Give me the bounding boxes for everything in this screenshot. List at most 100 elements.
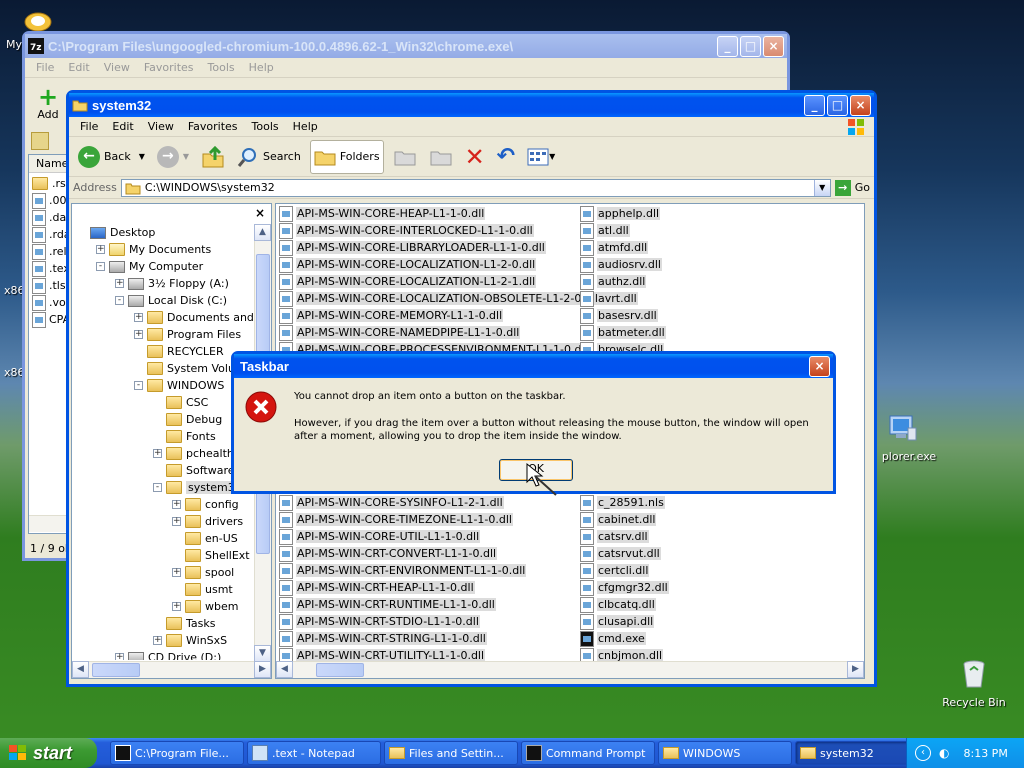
- back-file-row[interactable]: .rel: [29, 243, 69, 260]
- taskbar-button[interactable]: .text - Notepad: [247, 741, 381, 765]
- file-item[interactable]: API-MS-WIN-CORE-LOCALIZATION-L1-2-1.dll: [279, 273, 537, 290]
- expand-icon[interactable]: +: [115, 653, 124, 660]
- file-item[interactable]: API-MS-WIN-CORE-UTIL-L1-1-0.dll: [279, 528, 481, 545]
- tree-item[interactable]: - Local Disk (C:): [115, 292, 227, 309]
- menu-edit[interactable]: Edit: [61, 61, 96, 74]
- maximize-button[interactable]: □: [740, 35, 761, 57]
- menu-favorites[interactable]: Favorites: [181, 120, 245, 133]
- file-item[interactable]: cabinet.dll: [580, 511, 657, 528]
- back-window-hscroll[interactable]: [29, 515, 69, 532]
- menu-help[interactable]: Help: [286, 120, 325, 133]
- file-item[interactable]: API-MS-WIN-CORE-NAMEDPIPE-L1-1-0.dll: [279, 324, 521, 341]
- forward-button[interactable]: → ▼: [154, 140, 192, 174]
- menu-tools[interactable]: Tools: [245, 120, 286, 133]
- menu-file[interactable]: File: [73, 120, 105, 133]
- folders-button[interactable]: Folders: [309, 139, 384, 174]
- file-item[interactable]: API-MS-WIN-CORE-TIMEZONE-L1-1-0.dll: [279, 511, 513, 528]
- scroll-down-button[interactable]: ▼: [254, 645, 271, 662]
- tree-item[interactable]: - WINDOWS: [134, 377, 224, 394]
- file-item[interactable]: clbcatq.dll: [580, 596, 656, 613]
- column-header-name[interactable]: Name: [29, 155, 69, 173]
- back-file-row[interactable]: .vo: [29, 294, 69, 311]
- file-item[interactable]: batmeter.dll: [580, 324, 666, 341]
- close-button[interactable]: ×: [763, 35, 784, 57]
- taskbar-button[interactable]: Command Prompt: [521, 741, 655, 765]
- tray-arrow-icon[interactable]: ‹: [915, 745, 931, 761]
- collapse-icon[interactable]: -: [153, 483, 162, 492]
- views-button[interactable]: ▼: [524, 140, 558, 174]
- back-file-row[interactable]: .00: [29, 192, 69, 209]
- add-button[interactable]: + Add: [31, 85, 65, 121]
- collapse-icon[interactable]: -: [96, 262, 105, 271]
- collapse-icon[interactable]: -: [115, 296, 124, 305]
- tree-item[interactable]: - My Computer: [96, 258, 203, 275]
- back-file-row[interactable]: .rda: [29, 226, 71, 243]
- file-item[interactable]: certcli.dll: [580, 562, 650, 579]
- undo-button[interactable]: ↶: [494, 140, 518, 174]
- close-pane-icon[interactable]: ×: [255, 206, 265, 220]
- volume-icon[interactable]: ◐: [939, 746, 949, 760]
- file-item[interactable]: cmd.exe: [580, 630, 646, 647]
- file-item[interactable]: API-MS-WIN-CORE-INTERLOCKED-L1-1-0.dll: [279, 222, 534, 239]
- menu-view[interactable]: View: [141, 120, 181, 133]
- file-item[interactable]: audiosrv.dll: [580, 256, 662, 273]
- expand-icon[interactable]: +: [153, 636, 162, 645]
- file-item[interactable]: API-MS-WIN-CRT-STRING-L1-1-0.dll: [279, 630, 487, 647]
- file-item[interactable]: cfgmgr32.dll: [580, 579, 669, 596]
- close-button[interactable]: ×: [850, 94, 871, 116]
- scroll-right-button[interactable]: ▶: [847, 661, 864, 678]
- expand-icon[interactable]: +: [153, 449, 162, 458]
- expand-icon[interactable]: +: [96, 245, 105, 254]
- copy-to-button[interactable]: [426, 140, 456, 174]
- file-item[interactable]: API-MS-WIN-CORE-HEAP-L1-1-0.dll: [279, 205, 486, 222]
- back-file-row[interactable]: .rsr: [29, 175, 70, 192]
- file-item[interactable]: basesrv.dll: [580, 307, 658, 324]
- menu-file[interactable]: File: [29, 61, 61, 74]
- tree-item[interactable]: + Program Files: [134, 326, 241, 343]
- collapse-icon[interactable]: -: [134, 381, 143, 390]
- tree-item[interactable]: + drivers: [172, 513, 243, 530]
- taskbar-button[interactable]: C:\Program File...: [110, 741, 244, 765]
- go-button[interactable]: → Go: [834, 179, 870, 196]
- file-item[interactable]: clusapi.dll: [580, 613, 655, 630]
- start-button[interactable]: start: [0, 738, 97, 768]
- files-hscroll[interactable]: ◀ ▶: [276, 661, 864, 678]
- back-file-row[interactable]: .da: [29, 209, 69, 226]
- file-item[interactable]: apphelp.dll: [580, 205, 661, 222]
- menu-favorites[interactable]: Favorites: [137, 61, 201, 74]
- tree-item[interactable]: RECYCLER: [134, 343, 224, 360]
- expand-icon[interactable]: +: [134, 330, 143, 339]
- file-item[interactable]: API-MS-WIN-CRT-ENVIRONMENT-L1-1-0.dll: [279, 562, 527, 579]
- expand-icon[interactable]: +: [172, 568, 181, 577]
- tree-item[interactable]: + spool: [172, 564, 234, 581]
- tree-item[interactable]: Tasks: [153, 615, 215, 632]
- clock[interactable]: 8:13 PM: [963, 747, 1007, 760]
- file-item[interactable]: authz.dll: [580, 273, 647, 290]
- tree-hscroll[interactable]: ◀ ▶: [72, 661, 271, 678]
- tree-item[interactable]: + My Documents: [96, 241, 211, 258]
- maximize-button[interactable]: □: [827, 94, 848, 116]
- up-folder-button[interactable]: [198, 140, 228, 174]
- file-item[interactable]: catsrvut.dll: [580, 545, 661, 562]
- expand-icon[interactable]: +: [172, 500, 181, 509]
- menu-view[interactable]: View: [97, 61, 137, 74]
- back-button[interactable]: ← Back ▼: [75, 140, 148, 174]
- file-item[interactable]: avrt.dll: [580, 290, 638, 307]
- taskbar-button[interactable]: Files and Settin...: [384, 741, 518, 765]
- tree-item[interactable]: + WinSxS: [153, 632, 227, 649]
- back-window-up-icon[interactable]: [31, 132, 49, 150]
- file-item[interactable]: API-MS-WIN-CORE-LIBRARYLOADER-L1-1-0.dll: [279, 239, 546, 256]
- minimize-button[interactable]: _: [804, 94, 825, 116]
- tree-item[interactable]: ShellExt: [172, 547, 250, 564]
- expand-icon[interactable]: +: [172, 517, 181, 526]
- file-item[interactable]: API-MS-WIN-CRT-CONVERT-L1-1-0.dll: [279, 545, 498, 562]
- file-item[interactable]: catsrv.dll: [580, 528, 649, 545]
- file-item[interactable]: API-MS-WIN-CORE-LOCALIZATION-L1-2-0.dll: [279, 256, 537, 273]
- menu-help[interactable]: Help: [242, 61, 281, 74]
- menu-edit[interactable]: Edit: [105, 120, 140, 133]
- desktop-icon-my-computer-label[interactable]: My: [6, 38, 22, 51]
- file-item[interactable]: API-MS-WIN-CRT-RUNTIME-L1-1-0.dll: [279, 596, 496, 613]
- explorer-titlebar[interactable]: system32 _ □ ×: [69, 93, 874, 117]
- file-item[interactable]: API-MS-WIN-CRT-HEAP-L1-1-0.dll: [279, 579, 475, 596]
- minimize-button[interactable]: _: [717, 35, 738, 57]
